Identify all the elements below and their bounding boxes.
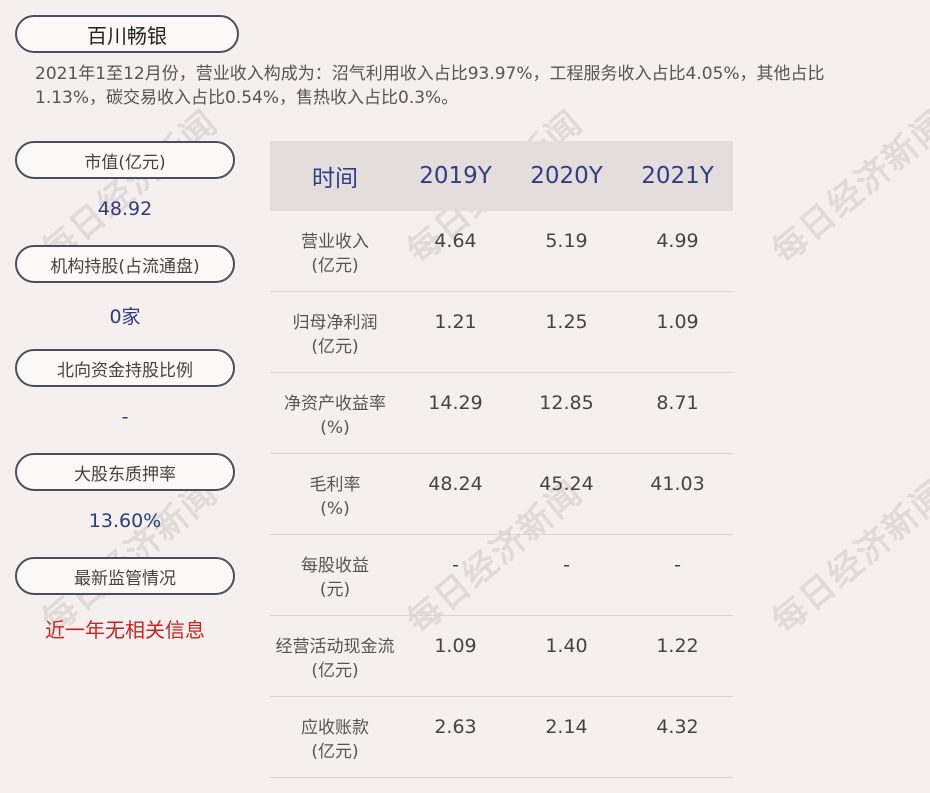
table-cell: 45.24	[539, 473, 594, 495]
regulatory-status-value: 近一年无相关信息	[45, 618, 205, 642]
pledge-ratio-label: 大股东质押率	[15, 453, 235, 491]
market-cap-label: 市值(亿元)	[15, 141, 235, 179]
table-cell: 48.24	[428, 473, 483, 495]
table-cell: 1.25	[545, 311, 588, 333]
table-cell: 12.85	[539, 392, 594, 414]
table-cell: 1.22	[656, 635, 699, 657]
header-2020: 2020Y	[530, 163, 603, 189]
institutional-holding-label: 机构持股(占流通盘)	[15, 245, 235, 283]
table-cell: 2.14	[545, 716, 588, 738]
table-cell: 4.99	[656, 230, 699, 252]
northbound-holding-label: 北向资金持股比例	[15, 349, 235, 387]
header-2019: 2019Y	[419, 163, 492, 189]
table-cell: 5.19	[545, 230, 588, 252]
institutional-holding-value: 0家	[109, 306, 141, 328]
company-name: 百川畅银	[15, 15, 239, 53]
table-row: 应收账款 (亿元) 2.63 2.14 4.32	[270, 697, 733, 778]
table-header: 时间 2019Y 2020Y 2021Y	[270, 141, 733, 211]
table-row: 每股收益 (元) - - -	[270, 535, 733, 616]
row-label: 每股收益 (元)	[301, 556, 369, 600]
table-cell: -	[563, 554, 570, 576]
header-time: 时间	[312, 166, 358, 192]
row-label: 经营活动现金流 (亿元)	[275, 637, 395, 681]
table-row: 归母净利润 (亿元) 1.21 1.25 1.09	[270, 292, 733, 373]
table-cell: 1.09	[434, 635, 477, 657]
table-cell: 4.32	[656, 716, 699, 738]
row-label: 净资产收益率 (%)	[284, 394, 386, 438]
table-row: 毛利率 (%) 48.24 45.24 41.03	[270, 454, 733, 535]
table-cell: 1.40	[545, 635, 588, 657]
market-cap-value: 48.92	[97, 198, 153, 220]
regulatory-status-label: 最新监管情况	[15, 557, 235, 595]
pledge-ratio-value: 13.60%	[88, 510, 162, 532]
table-cell: 41.03	[650, 473, 705, 495]
table-cell: 2.63	[434, 716, 477, 738]
table-row: 净资产收益率 (%) 14.29 12.85 8.71	[270, 373, 733, 454]
table-row: 营业收入 (亿元) 4.64 5.19 4.99	[270, 211, 733, 292]
row-label: 营业收入 (亿元)	[301, 232, 369, 276]
table-cell: -	[452, 554, 459, 576]
table-cell: 14.29	[428, 392, 483, 414]
table-row: 经营活动现金流 (亿元) 1.09 1.40 1.22	[270, 616, 733, 697]
financial-table: 时间 2019Y 2020Y 2021Y 营业收入 (亿元) 4.64 5.19 …	[270, 141, 733, 778]
row-label: 应收账款 (亿元)	[301, 718, 369, 762]
row-label: 归母净利润 (亿元)	[292, 313, 378, 357]
table-cell: 1.21	[434, 311, 477, 333]
row-label: 毛利率 (%)	[309, 475, 361, 519]
table-cell: 4.64	[434, 230, 477, 252]
northbound-holding-value: -	[121, 406, 129, 428]
watermark: 每日经济新闻	[764, 472, 930, 642]
table-cell: 1.09	[656, 311, 699, 333]
header-2021: 2021Y	[641, 163, 714, 189]
table-cell: 8.71	[656, 392, 699, 414]
watermark: 每日经济新闻	[764, 102, 930, 272]
table-cell: -	[674, 554, 681, 576]
revenue-summary: 2021年1至12月份，营业收入构成为：沼气利用收入占比93.97%，工程服务收…	[35, 64, 825, 108]
